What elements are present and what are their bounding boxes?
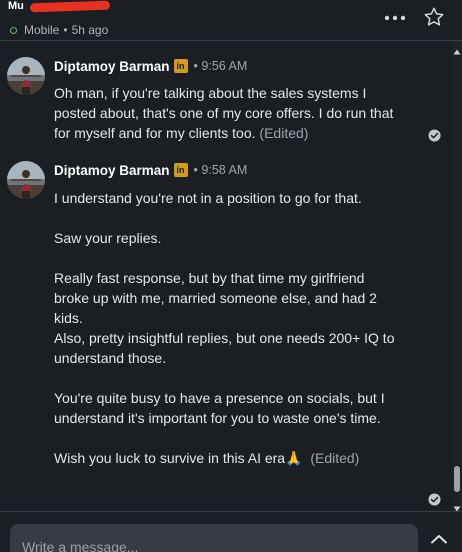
online-status-icon bbox=[10, 26, 17, 34]
linkedin-premium-icon: in bbox=[173, 163, 188, 177]
more-options-icon[interactable] bbox=[382, 8, 408, 28]
message-input[interactable]: Write a message... bbox=[10, 524, 418, 552]
message-text: You're quite busy to have a presence on … bbox=[54, 390, 385, 426]
scroll-up-arrow-icon[interactable] bbox=[453, 42, 461, 55]
presence-status: Mobile • 5h ago bbox=[10, 23, 108, 37]
message-text: Saw your replies. bbox=[54, 230, 162, 246]
message-text: Really fast response, but by that time m… bbox=[54, 270, 377, 326]
message-text: Oh man, if you're talking about the sale… bbox=[54, 85, 394, 141]
sender-name[interactable]: Diptamoy Barman bbox=[54, 59, 170, 74]
message-time: • 9:58 AM bbox=[194, 163, 248, 177]
read-receipt-icon bbox=[428, 493, 441, 506]
time-separator: • bbox=[193, 163, 198, 177]
message-timestamp: 9:56 AM bbox=[201, 59, 248, 73]
message-body: I understand you're not in a position to… bbox=[54, 188, 399, 468]
message-body: Oh man, if you're talking about the sale… bbox=[54, 83, 399, 143]
message-text: Also, pretty insightful replies, but one… bbox=[54, 330, 395, 366]
avatar[interactable] bbox=[7, 57, 45, 95]
message-scrollbar[interactable] bbox=[452, 41, 462, 511]
message-composer: Write a message... bbox=[0, 511, 462, 552]
star-icon[interactable] bbox=[423, 6, 445, 28]
sender-name[interactable]: Diptamoy Barman bbox=[54, 163, 170, 178]
message-header: Diptamoy Barman in • 9:56 AM bbox=[54, 57, 247, 75]
message-timestamp: 9:58 AM bbox=[201, 163, 248, 177]
scroll-down-arrow-icon[interactable] bbox=[453, 499, 461, 512]
read-receipt-icon bbox=[428, 129, 441, 142]
folded-hands-emoji: 🙏 bbox=[285, 450, 303, 466]
linkedin-premium-icon: in bbox=[173, 59, 188, 73]
presence-device: Mobile bbox=[24, 23, 60, 37]
presence-time: 5h ago bbox=[71, 23, 109, 37]
chevron-up-icon[interactable] bbox=[430, 532, 448, 544]
messaging-window: Mu Mobile • 5h ago Diptamoy Barman in • … bbox=[0, 0, 462, 552]
edited-label: (Edited) bbox=[310, 450, 360, 466]
scrollbar-thumb[interactable] bbox=[454, 466, 460, 492]
edited-label: (Edited) bbox=[259, 125, 309, 141]
time-separator: • bbox=[193, 59, 198, 73]
message-list[interactable]: Diptamoy Barman in • 9:56 AM Oh man, if … bbox=[0, 41, 452, 511]
presence-separator: • bbox=[63, 23, 68, 37]
message-header: Diptamoy Barman in • 9:58 AM bbox=[54, 161, 247, 179]
conversation-header: Mu Mobile • 5h ago bbox=[0, 0, 462, 41]
message-text: I understand you're not in a position to… bbox=[54, 190, 362, 206]
message-text: Wish you luck to survive in this AI era bbox=[54, 450, 286, 466]
message-time: • 9:56 AM bbox=[194, 59, 248, 73]
avatar[interactable] bbox=[7, 161, 45, 199]
